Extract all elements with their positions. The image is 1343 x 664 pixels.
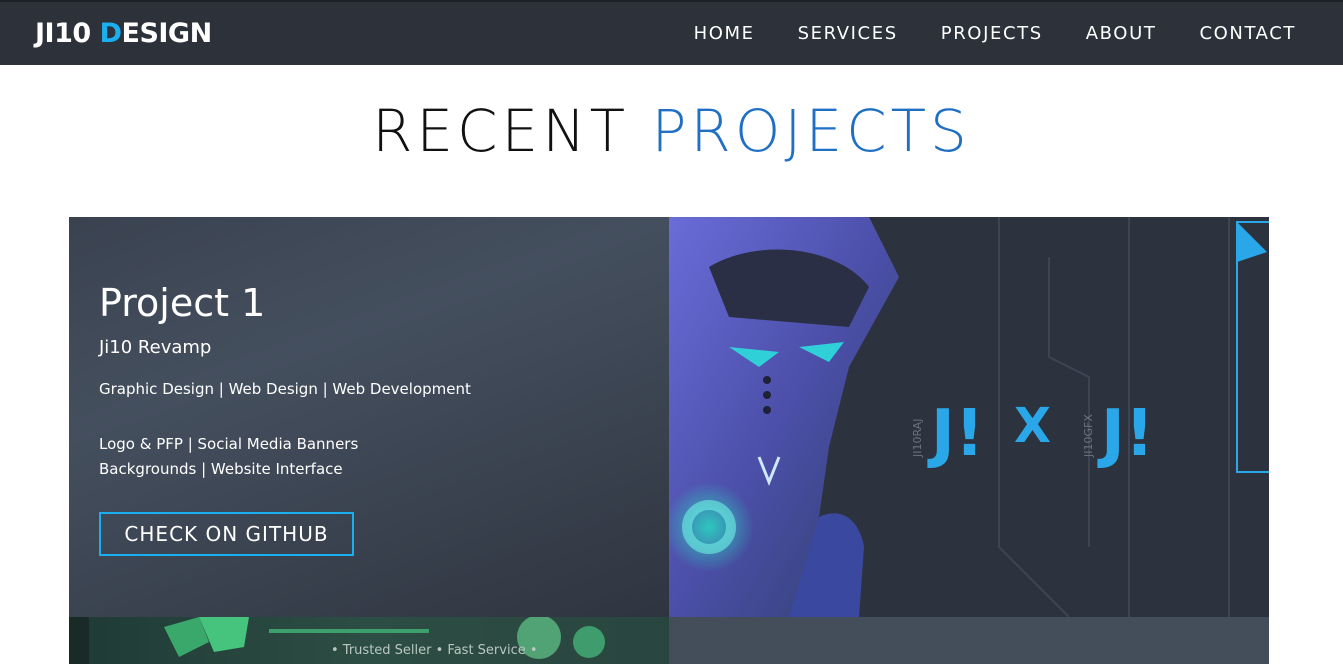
section-title: RECENT PROJECTS: [0, 96, 1343, 166]
logo-text-1: JI10: [35, 18, 100, 49]
next-project-info-panel: [669, 617, 1269, 664]
site-logo[interactable]: JI10 DESIGN: [35, 18, 212, 50]
next-project-image: • Trusted Seller • Fast Service •: [69, 617, 669, 664]
image-mark-x: X: [1014, 398, 1051, 454]
nav-services-link[interactable]: SERVICES: [798, 22, 898, 46]
image-brand-left: JI10RAJ: [911, 419, 924, 458]
image-mark-left: J!: [927, 397, 984, 471]
main-nav: HOME SERVICES PROJECTS ABOUT CONTACT: [651, 22, 1296, 46]
next-project-banner-text: • Trusted Seller • Fast Service •: [331, 643, 538, 658]
navbar: JI10 DESIGN HOME SERVICES PROJECTS ABOUT…: [0, 0, 1343, 65]
logo-text-accent: D: [99, 18, 122, 49]
check-on-github-button[interactable]: CHECK ON GITHUB: [99, 512, 354, 556]
section-title-part2: PROJECTS: [651, 97, 971, 165]
project-deliverables-1: Logo & PFP | Social Media Banners: [99, 435, 359, 453]
project-title: Project 1: [99, 281, 266, 325]
project-artwork: JI10RAJ J! X JI10GFX J!: [669, 217, 1269, 617]
image-brand-right: JI10GFX: [1082, 414, 1095, 458]
nav-contact-link[interactable]: CONTACT: [1199, 22, 1296, 46]
image-mark-right: J!: [1097, 397, 1154, 471]
project-categories: Graphic Design | Web Design | Web Develo…: [99, 380, 471, 398]
project-image: JI10RAJ J! X JI10GFX J!: [669, 217, 1269, 617]
nav-home-link[interactable]: HOME: [694, 22, 755, 46]
logo-text-2: ESIGN: [121, 18, 213, 49]
project-info-panel: Project 1 Ji10 Revamp Graphic Design | W…: [69, 217, 669, 617]
nav-projects-link[interactable]: PROJECTS: [941, 22, 1043, 46]
section-title-part1: RECENT: [372, 97, 652, 165]
project-deliverables-2: Backgrounds | Website Interface: [99, 460, 343, 478]
nav-about-link[interactable]: ABOUT: [1086, 22, 1157, 46]
project-subtitle: Ji10 Revamp: [99, 337, 212, 358]
